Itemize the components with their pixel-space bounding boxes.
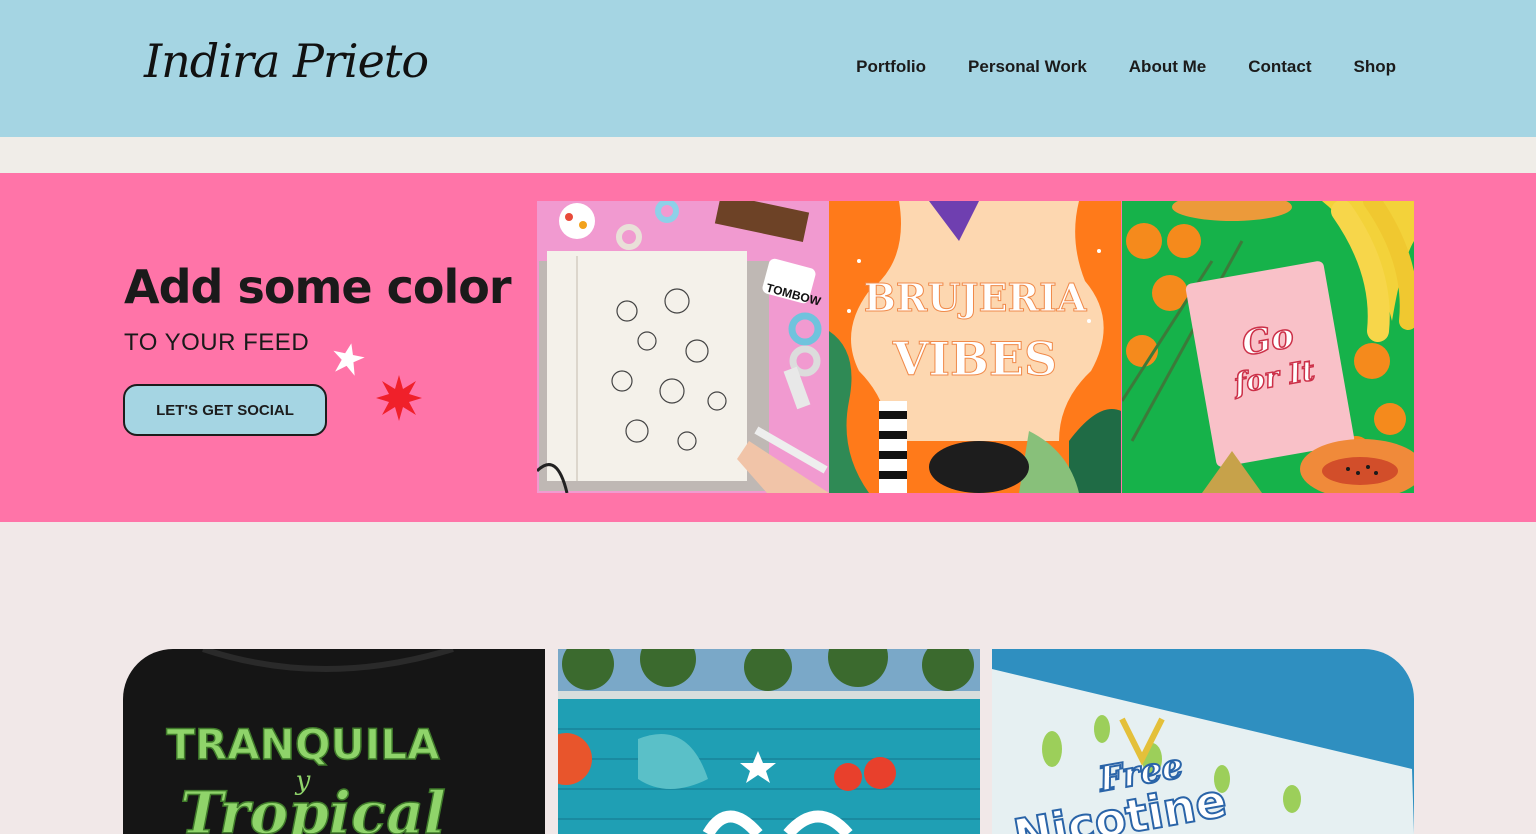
gallery-item-mural-wall[interactable] <box>558 649 980 834</box>
hero-subtitle: TO YOUR FEED <box>124 329 310 356</box>
hero-title: Add some color <box>124 260 512 314</box>
white-star-icon <box>333 343 365 376</box>
nav-contact[interactable]: Contact <box>1248 57 1311 77</box>
gallery-item-free-nicotine[interactable]: Free Nicotine <box>992 649 1414 834</box>
instagram-post-sketchbook[interactable]: TOMBOW <box>537 201 829 493</box>
header-divider-band <box>0 137 1536 173</box>
nav-personal-work[interactable]: Personal Work <box>968 57 1087 77</box>
portfolio-gallery: TRANQUILA y Tropical Free Nicotine <box>123 649 1414 834</box>
tropical-text: Tropical <box>180 779 446 834</box>
red-burst-icon <box>376 375 422 421</box>
brujeria-text: BRUJERIA <box>864 275 1087 320</box>
tranquila-text: TRANQUILA <box>166 720 440 769</box>
instagram-post-brujeria-vibes[interactable]: BRUJERIA VIBES <box>829 201 1121 493</box>
site-logo[interactable]: Indira Prieto <box>144 34 429 88</box>
main-nav: Portfolio Personal Work About Me Contact… <box>856 57 1396 77</box>
vibes-text: VIBES <box>892 332 1057 386</box>
social-hero: Add some color TO YOUR FEED LET'S GET SO… <box>0 173 1536 522</box>
nav-portfolio[interactable]: Portfolio <box>856 57 926 77</box>
nav-about-me[interactable]: About Me <box>1129 57 1206 77</box>
nav-shop[interactable]: Shop <box>1354 57 1397 77</box>
instagram-post-go-for-it-planner[interactable]: Go for It <box>1122 201 1414 493</box>
gallery-item-tranquila-tropical[interactable]: TRANQUILA y Tropical <box>123 649 545 834</box>
site-header: Indira Prieto Portfolio Personal Work Ab… <box>0 0 1536 137</box>
lets-get-social-button[interactable]: LET'S GET SOCIAL <box>123 384 327 436</box>
